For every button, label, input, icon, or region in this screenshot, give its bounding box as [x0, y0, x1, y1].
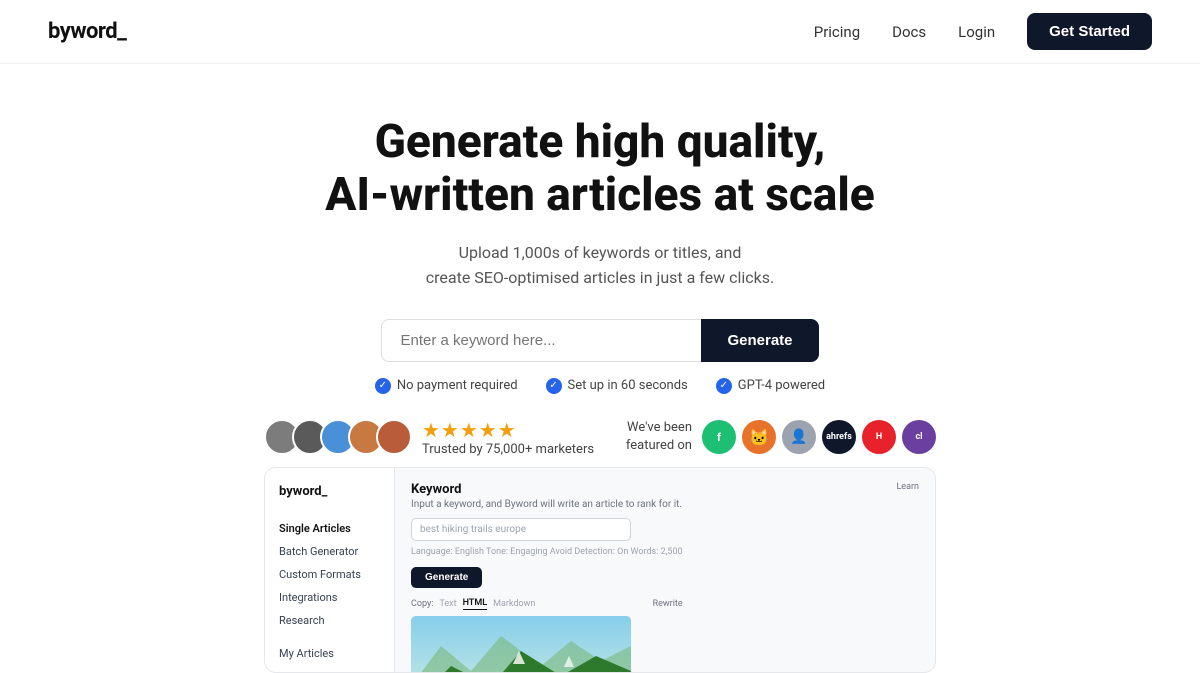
badge-setup: ✓ Set up in 60 seconds [546, 378, 688, 394]
logo-3: 👤 [782, 420, 816, 454]
get-started-button[interactable]: Get Started [1027, 13, 1152, 50]
learn-link[interactable]: Learn [896, 482, 919, 492]
featured-logos: f 🐱 👤 ahrefs H cl [702, 420, 936, 454]
navigation: byword_ Pricing Docs Login Get Started [0, 0, 1200, 64]
check-icon-1: ✓ [375, 378, 391, 394]
logo[interactable]: byword_ [48, 19, 126, 44]
preview-nav-custom[interactable]: Custom Formats [279, 563, 380, 586]
preview-sidebar: byword_ Single Articles Batch Generator … [265, 468, 395, 672]
social-left: ★★★★★ Trusted by 75,000+ marketers [264, 418, 594, 457]
copy-label: Copy: [411, 599, 433, 609]
preview-nav-integrations[interactable]: Integrations [279, 586, 380, 609]
social-right: We've beenfeatured on f 🐱 👤 ahrefs H cl [626, 419, 936, 455]
check-icon-3: ✓ [716, 378, 732, 394]
preview-section-desc: Input a keyword, and Byword will write a… [411, 499, 683, 510]
preview-generate-btn[interactable]: Generate [411, 567, 482, 588]
trusted-text: Trusted by 75,000+ marketers [422, 442, 594, 457]
avatar-5 [376, 419, 412, 455]
star-rating: ★★★★★ [422, 418, 594, 442]
keyword-input[interactable] [381, 319, 701, 362]
hero-section: Generate high quality, AI-written articl… [0, 64, 1200, 418]
rewrite-btn[interactable]: Rewrite [653, 599, 683, 609]
generate-button[interactable]: Generate [701, 319, 818, 362]
preview-nav-batch[interactable]: Batch Generator [279, 540, 380, 563]
preview-nav-myarticles[interactable]: My Articles [279, 642, 380, 665]
hero-title: Generate high quality, AI-written articl… [325, 116, 874, 222]
logo-2: 🐱 [742, 420, 776, 454]
logo-6: cl [902, 420, 936, 454]
nav-login[interactable]: Login [958, 23, 995, 41]
nav-pricing[interactable]: Pricing [814, 23, 860, 41]
keyword-input-row: Generate [381, 319, 818, 362]
ahrefs-logo: ahrefs [822, 420, 856, 454]
hubspot-logo: H [862, 420, 896, 454]
preview-main: Keyword Input a keyword, and Byword will… [395, 468, 935, 672]
article-preview-image [411, 616, 631, 673]
badge-no-payment: ✓ No payment required [375, 378, 518, 394]
copy-tab-markdown[interactable]: Markdown [493, 599, 535, 609]
preview-copy-row: Copy: Text HTML Markdown Rewrite [411, 598, 683, 610]
hero-subtitle: Upload 1,000s of keywords or titles, and… [426, 240, 775, 291]
check-icon-2: ✓ [546, 378, 562, 394]
badge-gpt4: ✓ GPT-4 powered [716, 378, 825, 394]
app-preview: byword_ Single Articles Batch Generator … [264, 467, 936, 673]
hero-badges: ✓ No payment required ✓ Set up in 60 sec… [375, 378, 825, 394]
fiverr-logo: f [702, 420, 736, 454]
trusted-info: ★★★★★ Trusted by 75,000+ marketers [422, 418, 594, 457]
preview-section-title: Keyword [411, 482, 683, 497]
nav-docs[interactable]: Docs [892, 23, 926, 41]
preview-nav-single[interactable]: Single Articles [279, 517, 380, 540]
preview-settings: Language: English Tone: Engaging Avoid D… [411, 547, 683, 557]
featured-text: We've beenfeatured on [626, 419, 692, 455]
copy-tab-text[interactable]: Text [439, 599, 456, 609]
preview-keyword-input[interactable]: best hiking trails europe [411, 518, 631, 541]
avatar-stack [264, 419, 412, 455]
preview-logo: byword_ [279, 484, 380, 499]
nav-links: Pricing Docs Login Get Started [814, 13, 1152, 50]
copy-tab-html[interactable]: HTML [463, 598, 488, 610]
social-proof-row: ★★★★★ Trusted by 75,000+ marketers We've… [0, 418, 1200, 457]
preview-nav-research[interactable]: Research [279, 609, 380, 632]
